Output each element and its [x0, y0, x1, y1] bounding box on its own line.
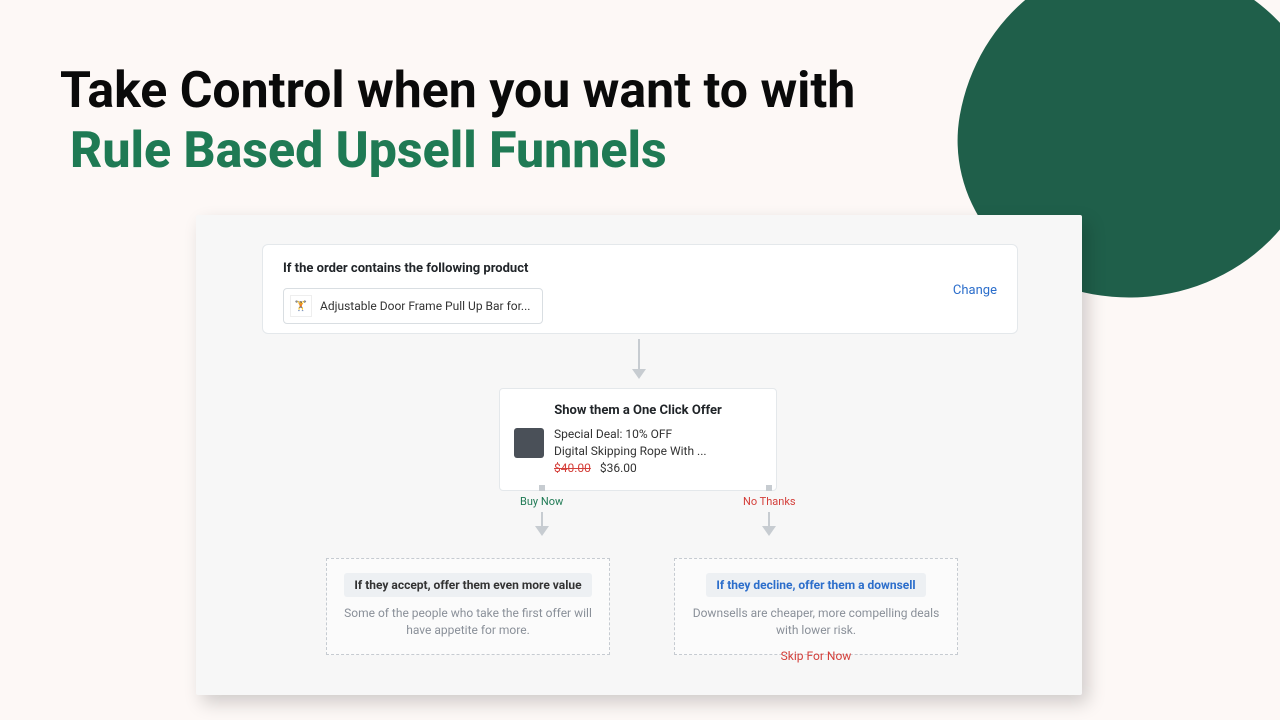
- result-accept-desc: Some of the people who take the first of…: [341, 605, 595, 640]
- page-headline: Take Control when you want to with Rule …: [60, 64, 980, 181]
- trigger-title: If the order contains the following prod…: [283, 261, 997, 276]
- offer-price-new: $36.00: [600, 461, 637, 475]
- funnel-panel: If the order contains the following prod…: [196, 215, 1082, 695]
- trigger-product-name: Adjustable Door Frame Pull Up Bar for...: [320, 299, 530, 313]
- arrow-down-icon: [632, 339, 646, 379]
- offer-deal: Special Deal: 10% OFF: [554, 426, 707, 443]
- trigger-product-chip[interactable]: 🏋️ Adjustable Door Frame Pull Up Bar for…: [283, 288, 543, 324]
- offer-details: Special Deal: 10% OFF Digital Skipping R…: [554, 426, 707, 476]
- result-decline-heading: If they decline, offer them a downsell: [706, 573, 925, 597]
- result-accept-heading: If they accept, offer them even more val…: [344, 573, 591, 597]
- offer-title: Show them a One Click Offer: [514, 403, 762, 418]
- branch-arrow-decline: No Thanks: [743, 485, 796, 536]
- offer-thumb-icon: [514, 428, 544, 458]
- change-link[interactable]: Change: [953, 283, 997, 298]
- trigger-card: If the order contains the following prod…: [262, 244, 1018, 334]
- result-card-accept[interactable]: If they accept, offer them even more val…: [326, 558, 610, 655]
- branch-label-buy: Buy Now: [520, 495, 563, 508]
- branch-arrow-buy: Buy Now: [520, 485, 563, 536]
- branch-label-decline: No Thanks: [743, 495, 796, 508]
- skip-link[interactable]: Skip For Now: [674, 649, 958, 663]
- offer-product: Digital Skipping Rope With ...: [554, 443, 707, 460]
- result-card-decline[interactable]: If they decline, offer them a downsell D…: [674, 558, 958, 655]
- result-decline-desc: Downsells are cheaper, more compelling d…: [689, 605, 943, 640]
- headline-line1: Take Control when you want to with: [60, 64, 980, 119]
- headline-line2: Rule Based Upsell Funnels: [70, 123, 980, 181]
- product-thumb-icon: 🏋️: [290, 295, 312, 317]
- offer-card: Show them a One Click Offer Special Deal…: [499, 388, 777, 491]
- offer-price-original: $40.00: [554, 461, 591, 475]
